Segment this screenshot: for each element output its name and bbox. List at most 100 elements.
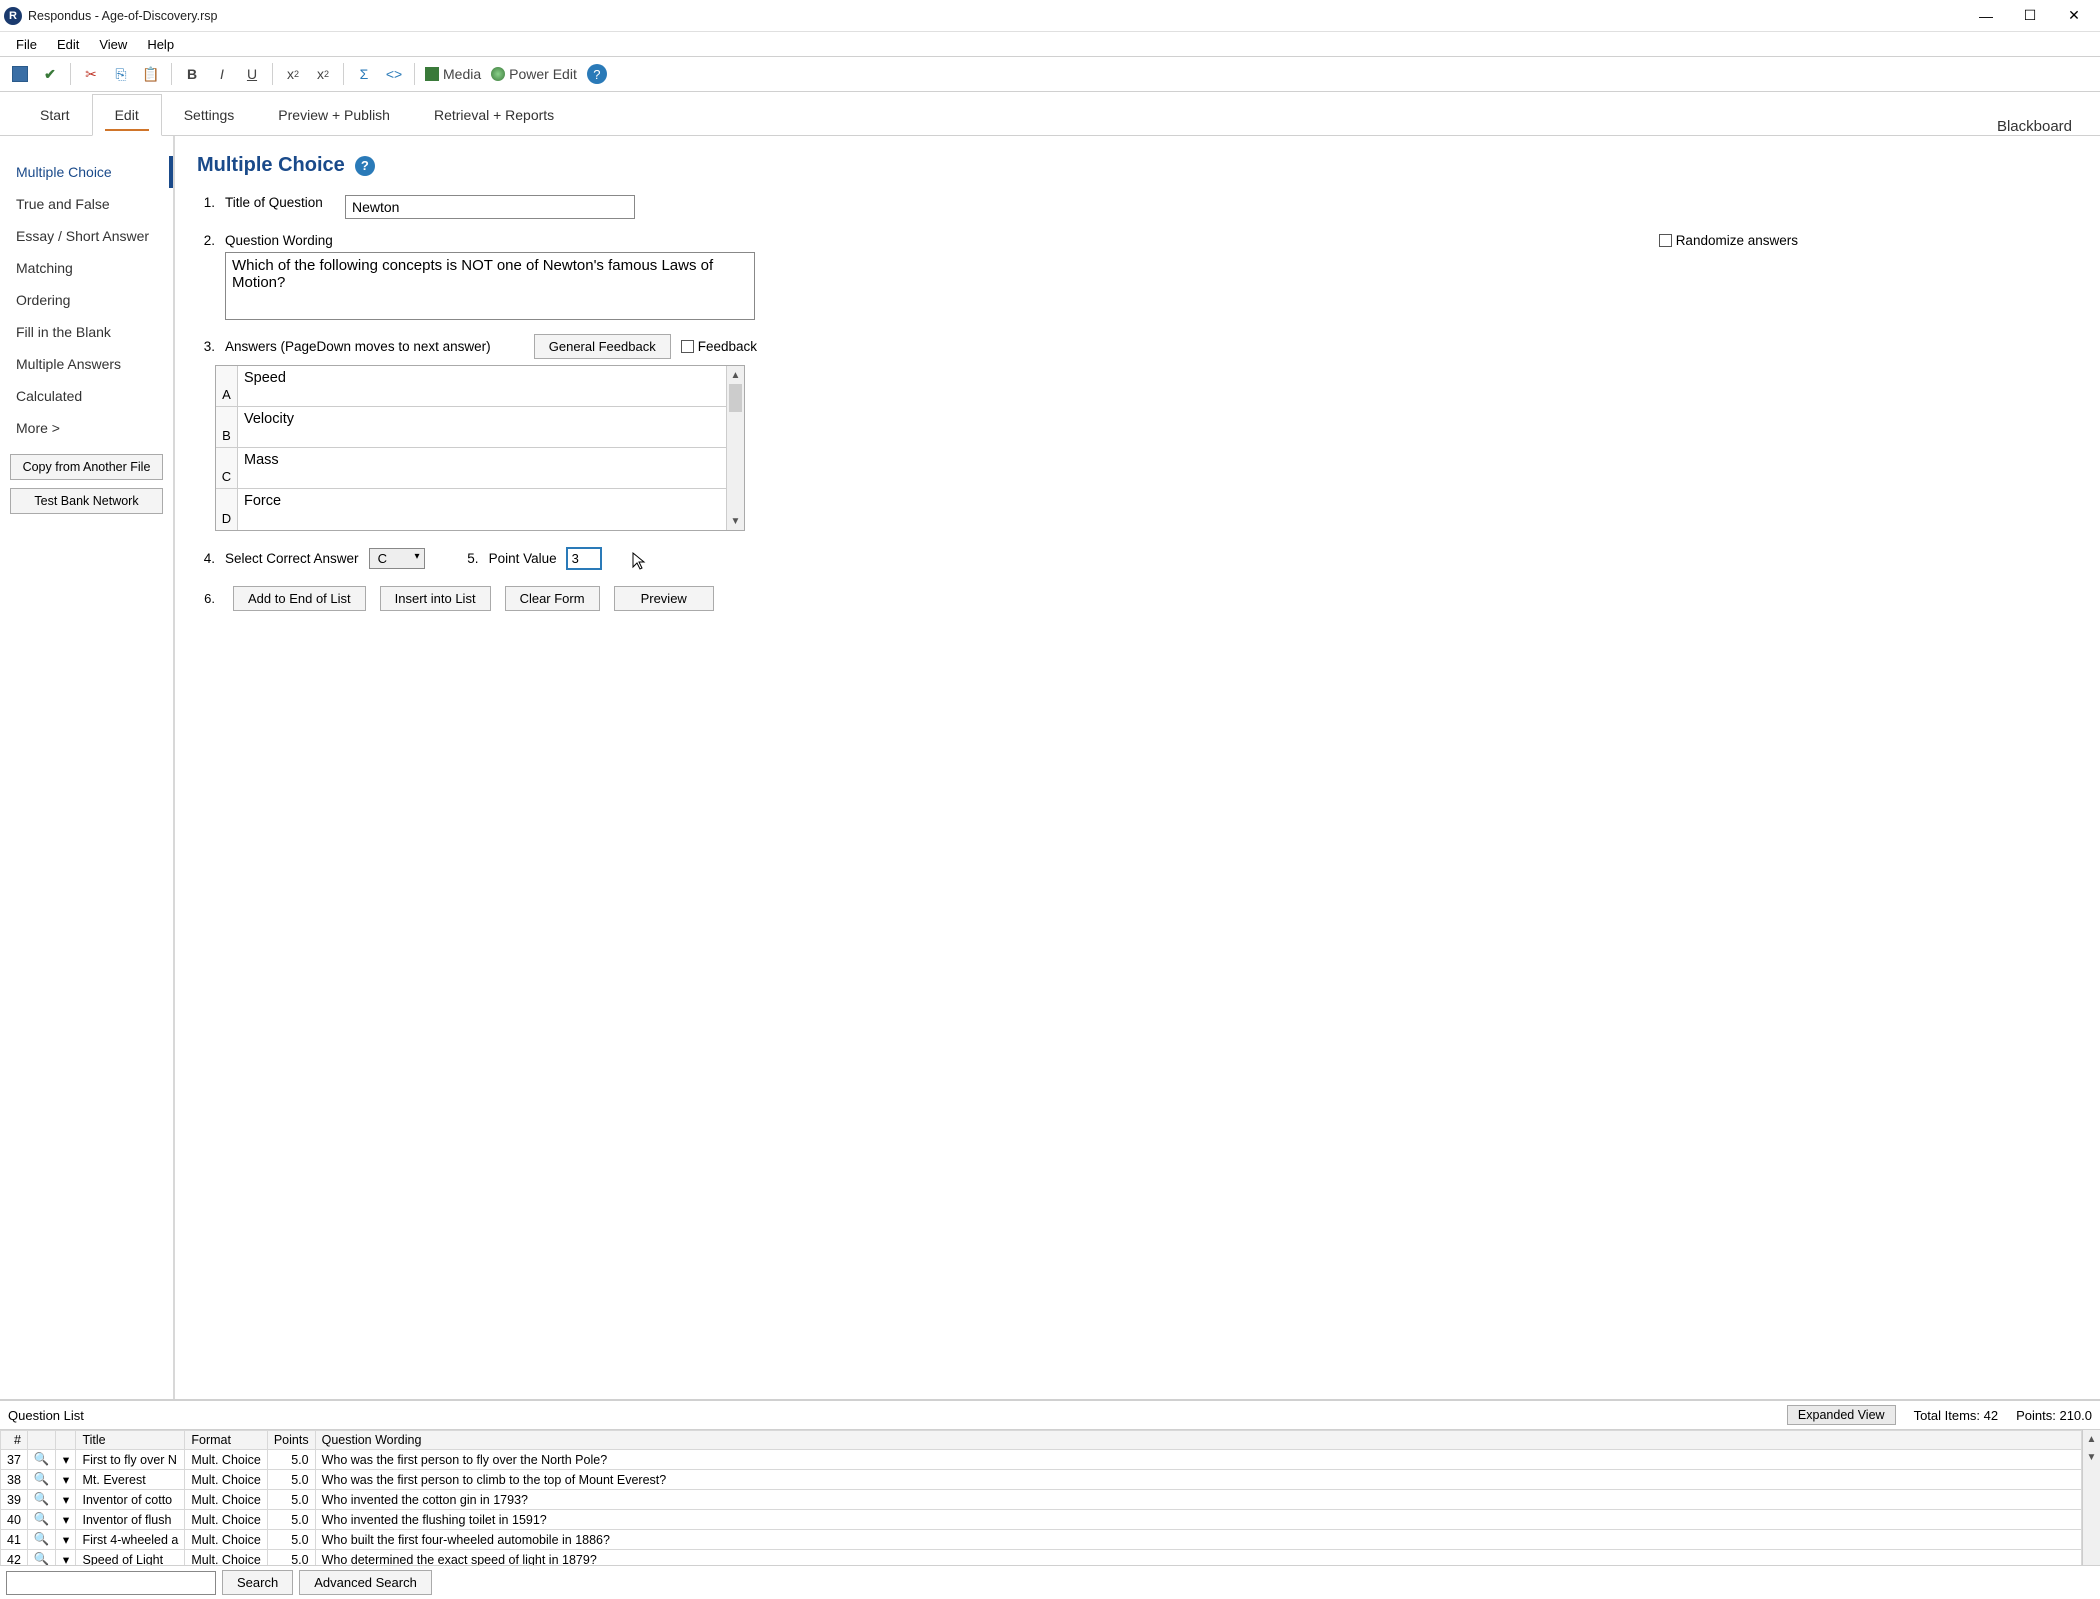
- sidebar-more[interactable]: More >: [0, 412, 173, 444]
- sidebar-matching[interactable]: Matching: [0, 252, 173, 284]
- magnify-icon[interactable]: 🔍: [27, 1450, 56, 1470]
- copy-from-file-button[interactable]: Copy from Another File: [10, 454, 163, 480]
- dropdown-icon[interactable]: ▾: [56, 1530, 76, 1550]
- equation-button[interactable]: Σ: [350, 60, 378, 88]
- answer-row-c[interactable]: C Mass: [216, 448, 726, 489]
- sidebar-true-false[interactable]: True and False: [0, 188, 173, 220]
- scroll-up-icon[interactable]: ▲: [2083, 1430, 2100, 1448]
- scroll-thumb[interactable]: [729, 384, 742, 412]
- cursor-icon: [631, 551, 647, 574]
- row-points: 5.0: [267, 1490, 315, 1510]
- save-button[interactable]: [6, 60, 34, 88]
- scroll-down-icon[interactable]: ▼: [727, 512, 744, 530]
- help-button[interactable]: ?: [583, 60, 611, 88]
- tab-edit[interactable]: Edit: [92, 94, 162, 136]
- table-row[interactable]: 41🔍▾First 4-wheeled aMult. Choice5.0Who …: [1, 1530, 2082, 1550]
- menu-view[interactable]: View: [89, 35, 137, 54]
- maximize-button[interactable]: ☐: [2008, 1, 2052, 31]
- menu-help[interactable]: Help: [137, 35, 184, 54]
- scroll-up-icon[interactable]: ▲: [727, 366, 744, 384]
- table-row[interactable]: 37🔍▾First to fly over NMult. Choice5.0Wh…: [1, 1450, 2082, 1470]
- html-button[interactable]: <>: [380, 60, 408, 88]
- dropdown-icon[interactable]: ▾: [56, 1550, 76, 1566]
- tab-preview-publish[interactable]: Preview + Publish: [256, 95, 412, 135]
- feedback-checkbox[interactable]: [681, 340, 694, 353]
- menu-file[interactable]: File: [6, 35, 47, 54]
- randomize-label: Randomize answers: [1676, 233, 1798, 248]
- spellcheck-button[interactable]: ✔: [36, 60, 64, 88]
- col-title[interactable]: Title: [76, 1431, 185, 1450]
- page-help-icon[interactable]: ?: [355, 156, 375, 176]
- sidebar-multiple-answers[interactable]: Multiple Answers: [0, 348, 173, 380]
- media-button[interactable]: Media: [421, 60, 485, 88]
- dropdown-icon[interactable]: ▾: [56, 1510, 76, 1530]
- correct-answer-select[interactable]: C: [369, 548, 425, 569]
- preview-button[interactable]: Preview: [614, 586, 714, 611]
- row-format: Mult. Choice: [185, 1490, 267, 1510]
- bold-button[interactable]: B: [178, 60, 206, 88]
- dropdown-icon[interactable]: ▾: [56, 1490, 76, 1510]
- sidebar-fill-blank[interactable]: Fill in the Blank: [0, 316, 173, 348]
- cut-button[interactable]: ✂: [77, 60, 105, 88]
- tab-settings[interactable]: Settings: [162, 95, 257, 135]
- sidebar-essay[interactable]: Essay / Short Answer: [0, 220, 173, 252]
- close-button[interactable]: ✕: [2052, 1, 2096, 31]
- dropdown-icon[interactable]: ▾: [56, 1450, 76, 1470]
- insert-into-list-button[interactable]: Insert into List: [380, 586, 491, 611]
- underline-button[interactable]: U: [238, 60, 266, 88]
- answer-row-a[interactable]: A Speed: [216, 366, 726, 407]
- sidebar-ordering[interactable]: Ordering: [0, 284, 173, 316]
- randomize-checkbox[interactable]: [1659, 234, 1672, 247]
- dropdown-icon[interactable]: ▾: [56, 1470, 76, 1490]
- row-points: 5.0: [267, 1530, 315, 1550]
- answer-text[interactable]: Velocity: [238, 407, 726, 447]
- search-input[interactable]: [6, 1571, 216, 1595]
- col-wording[interactable]: Question Wording: [315, 1431, 2081, 1450]
- tab-start[interactable]: Start: [18, 95, 92, 135]
- point-value-input[interactable]: [567, 548, 601, 569]
- menu-edit[interactable]: Edit: [47, 35, 89, 54]
- sidebar-calculated[interactable]: Calculated: [0, 380, 173, 412]
- tab-retrieval-reports[interactable]: Retrieval + Reports: [412, 95, 576, 135]
- add-to-end-button[interactable]: Add to End of List: [233, 586, 366, 611]
- search-button[interactable]: Search: [222, 1570, 293, 1595]
- col-points[interactable]: Points: [267, 1431, 315, 1450]
- title-input[interactable]: [345, 195, 635, 219]
- clear-form-button[interactable]: Clear Form: [505, 586, 600, 611]
- advanced-search-button[interactable]: Advanced Search: [299, 1570, 432, 1595]
- paste-button[interactable]: 📋: [137, 60, 165, 88]
- magnify-icon[interactable]: 🔍: [27, 1490, 56, 1510]
- copy-button[interactable]: ⎘: [107, 60, 135, 88]
- sidebar-multiple-choice[interactable]: Multiple Choice: [0, 156, 173, 188]
- scroll-down-icon[interactable]: ▼: [2083, 1448, 2100, 1466]
- answer-row-b[interactable]: B Velocity: [216, 407, 726, 448]
- table-row[interactable]: 38🔍▾Mt. EverestMult. Choice5.0Who was th…: [1, 1470, 2082, 1490]
- wording-textarea[interactable]: [225, 252, 755, 320]
- general-feedback-button[interactable]: General Feedback: [534, 334, 671, 359]
- table-row[interactable]: 40🔍▾Inventor of flushMult. Choice5.0Who …: [1, 1510, 2082, 1530]
- subscript-button[interactable]: x2: [279, 60, 307, 88]
- magnify-icon[interactable]: 🔍: [27, 1550, 56, 1566]
- test-bank-network-button[interactable]: Test Bank Network: [10, 488, 163, 514]
- italic-button[interactable]: I: [208, 60, 236, 88]
- answer-row-d[interactable]: D Force: [216, 489, 726, 530]
- table-scrollbar[interactable]: ▲ ▼: [2082, 1430, 2100, 1565]
- answers-scrollbar[interactable]: ▲ ▼: [726, 366, 744, 530]
- row-number: 40: [1, 1510, 28, 1530]
- col-number[interactable]: #: [1, 1431, 28, 1450]
- magnify-icon[interactable]: 🔍: [27, 1470, 56, 1490]
- magnify-icon[interactable]: 🔍: [27, 1530, 56, 1550]
- superscript-button[interactable]: x2: [309, 60, 337, 88]
- answer-text[interactable]: Speed: [238, 366, 726, 406]
- row-wording: Who was the first person to climb to the…: [315, 1470, 2081, 1490]
- minimize-button[interactable]: —: [1964, 1, 2008, 31]
- table-row[interactable]: 42🔍▾Speed of LightMult. Choice5.0Who det…: [1, 1550, 2082, 1566]
- magnify-icon[interactable]: 🔍: [27, 1510, 56, 1530]
- row-number: 38: [1, 1470, 28, 1490]
- answer-text[interactable]: Mass: [238, 448, 726, 488]
- expanded-view-button[interactable]: Expanded View: [1787, 1405, 1896, 1425]
- power-edit-button[interactable]: Power Edit: [487, 60, 581, 88]
- table-row[interactable]: 39🔍▾Inventor of cottoMult. Choice5.0Who …: [1, 1490, 2082, 1510]
- answer-text[interactable]: Force: [238, 489, 726, 530]
- col-format[interactable]: Format: [185, 1431, 267, 1450]
